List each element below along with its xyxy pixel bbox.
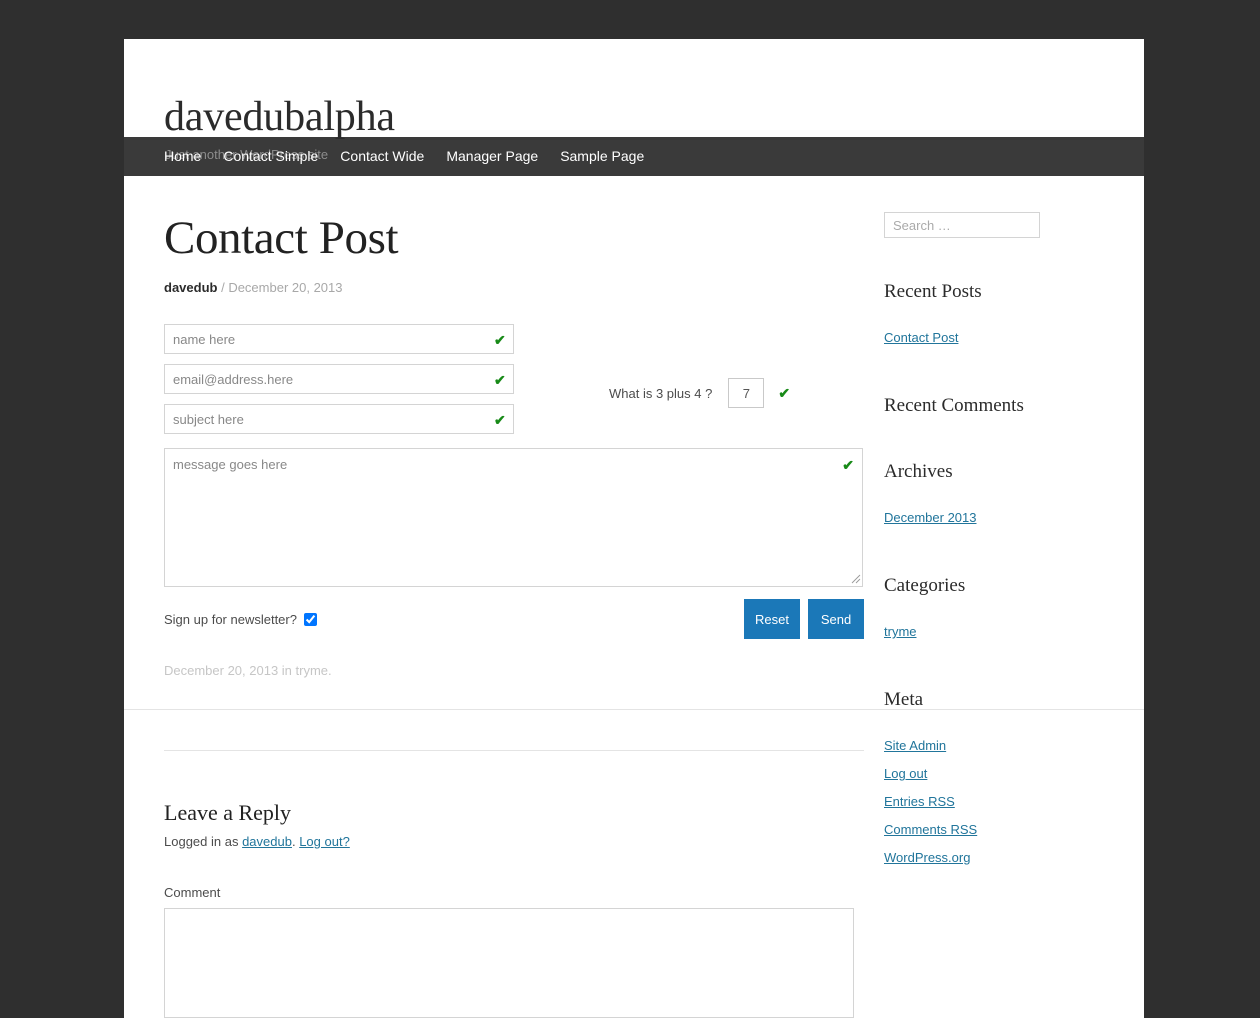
widget-meta: Meta Site Admin Log out Entries RSS Comm… xyxy=(884,688,1104,872)
logged-in-user-link[interactable]: davedub xyxy=(242,834,292,849)
page-title: Contact Post xyxy=(164,212,399,264)
list-item: Contact Post xyxy=(884,324,1104,352)
logged-in-prefix: Logged in as xyxy=(164,834,243,849)
nav-list: Home Contact Simple Contact Wide Manager… xyxy=(124,137,1144,176)
message-textarea[interactable] xyxy=(164,448,863,587)
archive-link-december-2013[interactable]: December 2013 xyxy=(884,510,977,525)
list-item: Comments RSS xyxy=(884,816,1104,844)
site-title[interactable]: davedubalpha xyxy=(164,94,1104,140)
sidebar: Recent Posts Contact Post Recent Comment… xyxy=(864,176,1104,1018)
categories-list: tryme xyxy=(884,618,1104,646)
list-item: Entries RSS xyxy=(884,788,1104,816)
post-divider-full xyxy=(124,709,1144,710)
recent-posts-list: Contact Post xyxy=(884,324,1104,352)
check-icon-message: ✔ xyxy=(842,457,854,473)
meta-link-entries-rss[interactable]: Entries RSS xyxy=(884,794,955,809)
site-container: davedubalpha Just another WordPress site… xyxy=(124,39,1144,1018)
name-field-row: ✔ xyxy=(164,324,864,354)
message-field-row: ✔ xyxy=(164,448,864,587)
widget-title-categories: Categories xyxy=(884,575,966,596)
nav-item-contact-wide[interactable]: Contact Wide xyxy=(329,137,435,176)
site-header: davedubalpha Just another WordPress site xyxy=(124,39,1144,162)
meta-list: Site Admin Log out Entries RSS Comments … xyxy=(884,732,1104,872)
widget-title-recent-comments: Recent Comments xyxy=(884,395,1024,416)
main-content: Contact Post davedub / December 20, 2013… xyxy=(124,176,1144,1018)
captcha-input[interactable] xyxy=(728,378,765,408)
nav-item-home[interactable]: Home xyxy=(164,137,212,176)
post-date: December 20, 2013 xyxy=(228,280,343,295)
search-widget xyxy=(884,212,1104,238)
logged-in-as: Logged in as davedub. Log out? xyxy=(164,831,864,853)
send-button[interactable]: Send xyxy=(808,599,864,639)
nav-item-manager-page[interactable]: Manager Page xyxy=(435,137,549,176)
post-divider-inset xyxy=(164,750,864,751)
logout-link[interactable]: Log out? xyxy=(299,834,350,849)
meta-link-wordpress-org[interactable]: WordPress.org xyxy=(884,850,970,865)
subject-field-row: ✔ xyxy=(164,404,864,434)
entry-meta: davedub / December 20, 2013 xyxy=(164,278,864,298)
widget-title-archives: Archives xyxy=(884,461,953,482)
contact-form: ✔ ✔ ✔ What is 3 plus 4 ? ✔ xyxy=(164,324,864,639)
search-input[interactable] xyxy=(884,212,1040,238)
reset-button[interactable]: Reset xyxy=(744,599,800,639)
comment-textarea[interactable] xyxy=(164,908,854,1018)
comment-field-label: Comment xyxy=(164,885,221,900)
content-wrapper: Contact Post davedub / December 20, 2013… xyxy=(124,176,1144,1018)
name-input[interactable] xyxy=(164,324,514,354)
list-item: WordPress.org xyxy=(884,844,1104,872)
captcha-question: What is 3 plus 4 ? xyxy=(609,385,713,401)
archives-list: December 2013 xyxy=(884,504,1104,532)
list-item: Site Admin xyxy=(884,732,1104,760)
entry-footer-meta: December 20, 2013 in tryme. xyxy=(164,663,332,678)
post-author[interactable]: davedub xyxy=(164,280,217,295)
widget-recent-posts: Recent Posts Contact Post xyxy=(884,280,1104,352)
list-item: tryme xyxy=(884,618,1104,646)
captcha-group: What is 3 plus 4 ? ✔ xyxy=(609,378,790,408)
list-item: Log out xyxy=(884,760,1104,788)
meta-link-comments-rss[interactable]: Comments RSS xyxy=(884,822,977,837)
meta-separator: / xyxy=(217,280,229,295)
check-icon-captcha: ✔ xyxy=(778,384,791,401)
newsletter-checkbox[interactable] xyxy=(303,612,317,626)
meta-link-log-out[interactable]: Log out xyxy=(884,766,927,781)
widget-recent-comments: Recent Comments xyxy=(884,394,1104,418)
nav-item-contact-simple[interactable]: Contact Simple xyxy=(212,137,329,176)
newsletter-label: Sign up for newsletter? xyxy=(164,611,297,627)
comment-reply-title: Leave a Reply xyxy=(164,800,292,825)
comments-area: Leave a Reply Logged in as davedub. Log … xyxy=(164,799,864,1018)
meta-link-site-admin[interactable]: Site Admin xyxy=(884,738,946,753)
newsletter-group: Sign up for newsletter? xyxy=(164,612,317,627)
widget-archives: Archives December 2013 xyxy=(884,460,1104,532)
widget-categories: Categories tryme xyxy=(884,574,1104,646)
primary-navigation: Home Contact Simple Contact Wide Manager… xyxy=(124,137,1144,176)
subject-input[interactable] xyxy=(164,404,514,434)
form-bottom-row: Sign up for newsletter? Reset Send xyxy=(164,599,864,639)
post-article: Contact Post davedub / December 20, 2013… xyxy=(164,212,864,681)
form-button-group: Reset Send xyxy=(736,599,864,639)
recent-post-link[interactable]: Contact Post xyxy=(884,330,958,345)
widget-title-recent-posts: Recent Posts xyxy=(884,281,982,302)
nav-item-sample-page[interactable]: Sample Page xyxy=(549,137,655,176)
email-input[interactable] xyxy=(164,364,514,394)
list-item: December 2013 xyxy=(884,504,1104,532)
category-link-tryme[interactable]: tryme xyxy=(884,624,917,639)
